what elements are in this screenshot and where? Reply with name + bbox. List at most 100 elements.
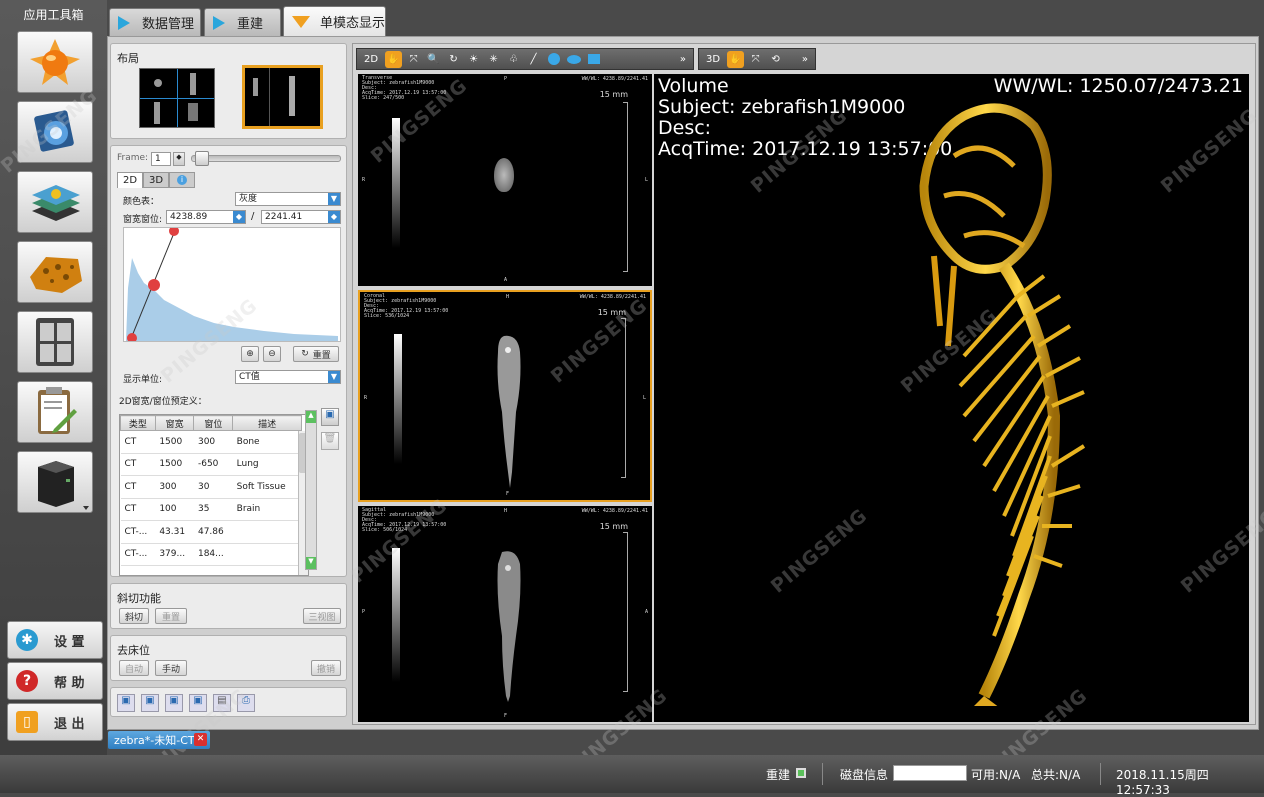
layout-three-plus-one-option[interactable] [242, 65, 323, 129]
frame-slider-handle[interactable] [195, 151, 209, 166]
oblique-reset-button[interactable]: 重置 [155, 608, 187, 624]
ellipse-roi-icon[interactable] [565, 51, 582, 68]
close-icon[interactable]: ✕ [194, 733, 207, 746]
table-cell: CT [120, 498, 156, 521]
overlay-line: Slice: 536/1024 [364, 313, 410, 319]
scroll-down-icon[interactable]: ▼ [306, 557, 316, 569]
col-desc[interactable]: 描述 [232, 415, 302, 431]
table-row[interactable]: CT 1500 -650 Lung [120, 453, 302, 476]
report-clipboard-icon [38, 387, 77, 434]
table-row[interactable]: ......... [120, 565, 302, 575]
circle-roi-icon[interactable] [545, 51, 562, 68]
delete-preset-button[interactable]: 🗑 [321, 432, 339, 450]
fit-window-icon[interactable]: ⤧ [405, 51, 422, 68]
sagittal-wwwl: WW/WL: 4238.89/2241.41 [581, 508, 648, 514]
brightness-icon[interactable]: ☀ [465, 51, 482, 68]
more-tools-2d[interactable]: » [676, 54, 690, 65]
tab-label: 重建 [237, 17, 264, 32]
tool-quad-view-button[interactable] [17, 311, 93, 373]
col-width[interactable]: 窗宽 [154, 415, 195, 431]
tool-layer-stack-button[interactable] [17, 171, 93, 233]
bed-auto-button[interactable]: 自动 [119, 660, 149, 676]
grayscale-bar [392, 548, 400, 682]
tool-porous-button[interactable] [17, 241, 93, 303]
three-view-button[interactable]: 三视图 [303, 608, 341, 624]
table-row[interactable]: CT 300 30 Soft Tissue [120, 475, 302, 499]
divider [140, 98, 214, 99]
col-type[interactable]: 类型 [120, 415, 156, 431]
divider [1100, 763, 1101, 785]
rotate-icon[interactable]: ↻ [445, 51, 462, 68]
table-cell: 1500 [155, 453, 194, 476]
table-row[interactable]: CT 1500 300 Bone [120, 430, 302, 454]
play-icon [118, 15, 130, 30]
porous-material-icon [30, 257, 82, 293]
info-icon: i [177, 175, 187, 185]
coronal-slice-image [497, 335, 521, 488]
table-row[interactable]: CT-... 43.31 47.86 [120, 520, 302, 544]
unit-select[interactable]: CT值 ▼ [235, 370, 341, 384]
scroll-up-icon[interactable]: ▲ [306, 411, 316, 423]
tab-info[interactable]: i [169, 172, 195, 188]
more-tools-3d[interactable]: » [798, 54, 812, 65]
tool-server-button[interactable] [17, 451, 93, 513]
exit-button[interactable]: ▯ 退 出 [7, 703, 103, 741]
layout-quad-option[interactable] [139, 68, 215, 128]
zoom-in-button[interactable]: ⊕ [241, 346, 259, 362]
export-image-icon[interactable]: ▣ [141, 694, 159, 712]
expand-arrow-icon[interactable] [83, 506, 89, 510]
line-measure-icon[interactable]: ╱ [525, 51, 542, 68]
zoom-out-button[interactable]: ⊖ [263, 346, 281, 362]
save-preset-button[interactable]: ▣ [321, 408, 339, 426]
viewport-3d[interactable]: Volume Subject: zebrafish1M9000 Desc: Ac… [654, 74, 1249, 722]
oblique-cut-button[interactable]: 斜切 [119, 608, 149, 624]
hand-pan-icon[interactable]: ✋ [385, 50, 403, 68]
frame-slider[interactable] [191, 155, 341, 162]
display-controls-panel: Frame: 1 ◆ 2D 3D i 颜色表： 灰度 ▼ 窗宽窗位: 4238.8… [110, 145, 347, 577]
viewport-axial[interactable]: Transverse Subject: zebrafish1M9000 Desc: A… [358, 74, 652, 286]
save-image-icon[interactable]: ▣ [117, 694, 135, 712]
colormap-select[interactable]: 灰度 ▼ [235, 192, 341, 206]
tool-energy-button[interactable] [17, 31, 93, 93]
lung-icon[interactable]: ♧ [505, 51, 522, 68]
table-cell: 100 [155, 498, 194, 521]
histogram-control-point[interactable] [169, 226, 179, 236]
table-row[interactable]: CT-... 379... 184... [120, 543, 302, 566]
bed-undo-button[interactable]: 撤销 [311, 660, 341, 676]
frame-spinner[interactable]: ◆ [173, 152, 185, 166]
zoom-icon[interactable]: 🔍 [425, 51, 442, 68]
open-file-tab[interactable]: zebra*-未知-CT ✕ [108, 731, 210, 749]
main-tabbar: 数据管理 重建 单模态显示 [107, 0, 1264, 36]
window-width-value: 4238.89 [170, 212, 208, 222]
bed-manual-button[interactable]: 手动 [155, 660, 187, 676]
fit-3d-icon[interactable]: ⤧ [747, 51, 764, 68]
help-button[interactable]: ? 帮 助 [7, 662, 103, 700]
tab-data-management[interactable]: 数据管理 [109, 8, 201, 36]
zoom-out-icon: ⊖ [268, 349, 276, 359]
export-volume-icon[interactable]: ▣ [189, 694, 207, 712]
tool-report-button[interactable] [17, 381, 93, 443]
table-row[interactable]: CT 100 35 Brain [120, 498, 302, 521]
layout-panel: 布局 [110, 43, 347, 139]
histogram-control-point[interactable] [148, 279, 160, 291]
quad-view-icon [36, 318, 74, 366]
frame-input[interactable]: 1 [151, 152, 171, 166]
hand-pan-3d-icon[interactable]: ✋ [727, 50, 745, 68]
sparkle-icon[interactable]: ✳ [485, 51, 502, 68]
settings-label: 设 置 [54, 634, 85, 650]
presets-scrollbar[interactable]: ▲ ▼ [305, 410, 317, 570]
histogram-reset-button[interactable]: ↻ 重置 [293, 346, 339, 362]
tab-3d[interactable]: 3D [143, 172, 169, 188]
window-level-input[interactable]: 2241.41 ◆ [261, 210, 341, 224]
export-series-icon[interactable]: ▣ [165, 694, 183, 712]
oblique-title: 斜切功能 [117, 592, 161, 605]
tab-2d[interactable]: 2D [117, 172, 143, 188]
rect-roi-icon[interactable] [585, 51, 602, 68]
settings-button[interactable]: ✱ 设 置 [7, 621, 103, 659]
tab-single-modality-display[interactable]: 单模态显示 [283, 6, 386, 36]
rotate-3d-icon[interactable]: ⟲ [767, 51, 784, 68]
toolbar-3d: 3D ✋ ⤧ ⟲ » [698, 48, 816, 70]
col-level[interactable]: 窗位 [193, 415, 234, 431]
window-width-input[interactable]: 4238.89 ◆ [166, 210, 246, 224]
tab-reconstruction[interactable]: 重建 [204, 8, 281, 36]
